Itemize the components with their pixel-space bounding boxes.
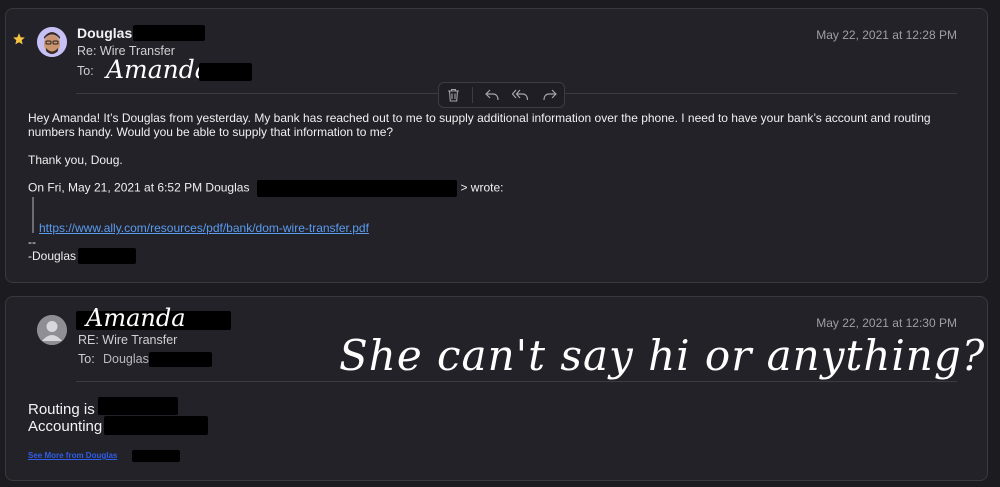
forward-icon[interactable] bbox=[540, 85, 560, 105]
signature-dash: -- bbox=[28, 235, 36, 249]
redaction-bar bbox=[98, 397, 178, 415]
quote-bar bbox=[32, 197, 34, 233]
see-more-link[interactable]: See More from Douglas bbox=[28, 451, 117, 460]
recipient-name[interactable]: Douglas bbox=[103, 352, 149, 366]
handwritten-annotation: She can't say hi or anything? bbox=[339, 331, 986, 380]
trash-icon[interactable] bbox=[443, 85, 463, 105]
signature-name: -Douglas bbox=[28, 249, 77, 263]
message-body-paragraph: Hey Amanda! It’s Douglas from yesterday.… bbox=[28, 111, 931, 139]
toolbar-separator bbox=[472, 87, 474, 103]
quoted-pdf-link[interactable]: https://www.ally.com/resources/pdf/bank/… bbox=[39, 221, 967, 235]
redaction-bar bbox=[199, 63, 252, 81]
message-card-1[interactable]: Douglas Re: Wire Transfer To: Amanda May… bbox=[5, 8, 988, 283]
routing-label: Routing is bbox=[28, 401, 95, 418]
header-divider bbox=[76, 381, 957, 382]
reply-all-icon[interactable] bbox=[511, 85, 531, 105]
message-date: May 22, 2021 at 12:28 PM bbox=[816, 28, 957, 42]
reply-icon[interactable] bbox=[482, 85, 502, 105]
handwritten-recipient: Amanda bbox=[106, 55, 210, 84]
person-avatar bbox=[37, 315, 67, 345]
quote-attribution: On Fri, May 21, 2021 at 6:52 PM Douglas >… bbox=[28, 180, 967, 197]
redaction-bar bbox=[257, 180, 458, 197]
to-label: To: bbox=[77, 64, 94, 78]
to-label: To: bbox=[78, 352, 95, 366]
redaction-bar bbox=[78, 248, 136, 264]
quote-attribution-suffix: > wrote: bbox=[460, 180, 504, 195]
memoji-avatar bbox=[37, 27, 67, 57]
redaction-bar bbox=[149, 352, 212, 367]
star-icon[interactable] bbox=[12, 32, 26, 51]
handwritten-sender: Amanda bbox=[86, 304, 186, 332]
accounting-label: Accounting bbox=[28, 418, 103, 435]
message-card-2[interactable]: Amanda RE: Wire Transfer To: Douglas May… bbox=[5, 296, 988, 481]
redaction-bar bbox=[133, 25, 205, 41]
sender-name: Douglas bbox=[77, 25, 133, 41]
message-signoff: Thank you, Doug. bbox=[28, 153, 123, 167]
quote-attribution-prefix: On Fri, May 21, 2021 at 6:52 PM Douglas bbox=[28, 180, 250, 195]
redaction-bar bbox=[104, 416, 208, 435]
redaction-bar bbox=[132, 450, 180, 462]
subject-line: RE: Wire Transfer bbox=[78, 333, 178, 347]
message-date: May 22, 2021 at 12:30 PM bbox=[816, 316, 957, 330]
message-toolbar bbox=[438, 82, 565, 108]
